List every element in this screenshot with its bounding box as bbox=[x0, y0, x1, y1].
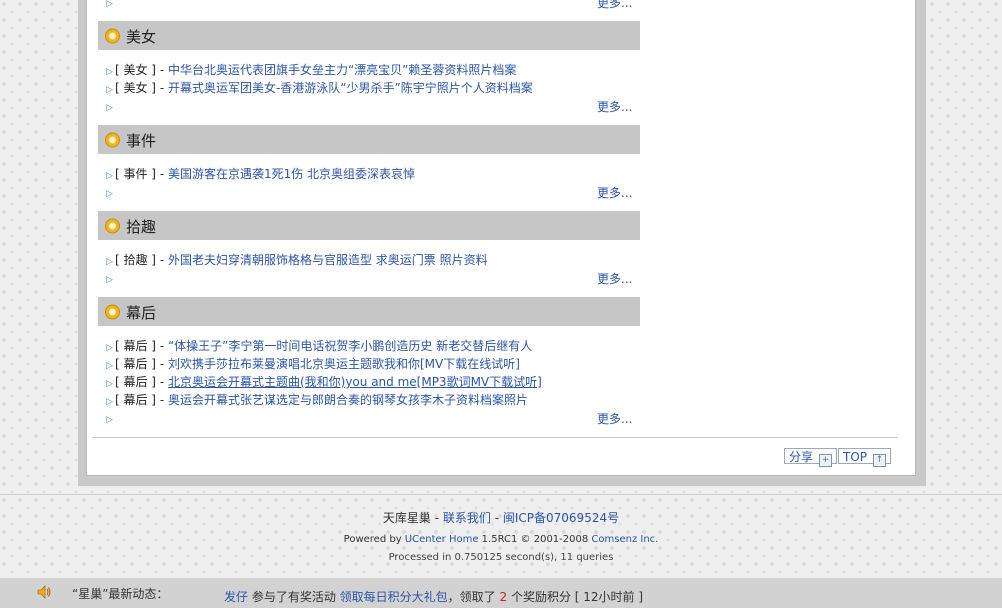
list-item: ▷[ 幕后 ] - 奥运会开幕式张艺谋选定与郎朗合奏的钢琴女孩李木子资料档案照片 bbox=[106, 392, 528, 408]
section-header-muhou: 幕后 bbox=[98, 297, 640, 326]
section-header-shijian: 事件 bbox=[98, 125, 640, 154]
item-category: [ 幕后 ] bbox=[115, 375, 156, 389]
arrow-icon: ▷ bbox=[106, 415, 113, 425]
item-category: [ 幕后 ] bbox=[115, 393, 156, 407]
list-item: ▷[ 幕后 ] - “体操王子”李宁第一时间电话祝贺李小鹏创造历史 新老交替后继… bbox=[106, 338, 532, 354]
footer-links: 天库星巢 - 联系我们 - 闽ICP备07069524号 bbox=[382, 511, 620, 525]
list-item: ▷ bbox=[106, 410, 115, 426]
item-category: [ 幕后 ] bbox=[115, 339, 156, 353]
more-link[interactable]: 更多... bbox=[597, 98, 632, 115]
arrow-icon: ▷ bbox=[106, 343, 113, 353]
arrow-icon: ▷ bbox=[106, 67, 113, 77]
medal-icon bbox=[105, 28, 120, 44]
time-ago: 12小时前 bbox=[583, 590, 635, 604]
arrow-icon: ▷ bbox=[106, 397, 113, 407]
article-link[interactable]: 美国游客在京遇袭1死1伤 北京奥组委深表哀悼 bbox=[168, 167, 415, 181]
article-link[interactable]: “体操王子”李宁第一时间电话祝贺李小鹏创造历史 新老交替后继有人 bbox=[168, 339, 532, 353]
arrow-up-icon: ↑ bbox=[873, 454, 887, 467]
arrow-icon: ▷ bbox=[106, 379, 113, 389]
arrow-icon: ▷ bbox=[106, 85, 113, 95]
divider bbox=[0, 494, 1002, 495]
article-link[interactable]: 刘欢携手莎拉布莱曼演唱北京奥运主题歌我和你[MV下载在线试听] bbox=[168, 357, 520, 371]
item-category: [ 美女 ] bbox=[115, 63, 156, 77]
article-link[interactable]: 外国老夫妇穿清朝服饰格格与官服造型 求奥运门票 照片资料 bbox=[168, 253, 488, 267]
section-header-meinv: 美女 bbox=[98, 21, 640, 50]
separator: - bbox=[156, 253, 168, 267]
more-link[interactable]: 更多... bbox=[597, 184, 632, 201]
section-title: 幕后 bbox=[126, 304, 157, 322]
ucenter-link[interactable]: UCenter Home bbox=[405, 534, 479, 545]
speaker-icon bbox=[37, 585, 51, 599]
more-link-top[interactable]: 更多... bbox=[597, 0, 632, 11]
list-item: ▷ bbox=[106, 0, 115, 10]
item-category: [ 美女 ] bbox=[115, 81, 156, 95]
more-link[interactable]: 更多... bbox=[597, 270, 632, 287]
arrow-icon: ▷ bbox=[106, 0, 113, 9]
dynamic-label: “星巢”最新动态： bbox=[72, 587, 169, 601]
arrow-icon: ▷ bbox=[106, 103, 113, 113]
share-button[interactable]: 分享 + bbox=[784, 448, 838, 467]
powered-by: Powered by UCenter Home 1.5RC1 © 2001-20… bbox=[343, 534, 659, 545]
list-item: ▷[ 事件 ] - 美国游客在京遇袭1死1伤 北京奥组委深表哀悼 bbox=[106, 166, 415, 182]
divider bbox=[92, 437, 898, 438]
item-category: [ 幕后 ] bbox=[115, 357, 156, 371]
list-item: ▷[ 幕后 ] - 刘欢携手莎拉布莱曼演唱北京奥运主题歌我和你[MV下载在线试听… bbox=[106, 356, 520, 372]
article-link[interactable]: 奥运会开幕式张艺谋选定与郎朗合奏的钢琴女孩李木子资料档案照片 bbox=[168, 393, 528, 407]
icp-link[interactable]: 闽ICP备07069524号 bbox=[503, 511, 619, 525]
section-header-shiqu: 拾趣 bbox=[98, 211, 640, 240]
user-link[interactable]: 发仔 bbox=[224, 590, 248, 604]
processed-info: Processed in 0.750125 second(s), 11 quer… bbox=[388, 552, 614, 563]
list-item: ▷[ 幕后 ] - 北京奥运会开幕式主题曲(我和你)you and me[MP3… bbox=[106, 374, 542, 390]
arrow-icon: ▷ bbox=[106, 275, 113, 285]
medal-icon bbox=[105, 132, 120, 148]
list-item: ▷[ 拾趣 ] - 外国老夫妇穿清朝服饰格格与官服造型 求奥运门票 照片资料 bbox=[106, 252, 488, 268]
article-link[interactable]: 中华台北奥运代表团旗手女垒主力“漂亮宝贝”赖圣蓉资料照片档案 bbox=[168, 63, 516, 77]
section-title: 拾趣 bbox=[126, 218, 157, 236]
separator: - bbox=[156, 375, 168, 389]
separator: - bbox=[156, 393, 168, 407]
contact-link[interactable]: 联系我们 bbox=[443, 511, 491, 525]
separator: - bbox=[156, 81, 168, 95]
article-link[interactable]: 开幕式奥运军团美女-香港游泳队“少男杀手”陈宇宁照片个人资料档案 bbox=[168, 81, 533, 95]
article-link[interactable]: 北京奥运会开幕式主题曲(我和你)you and me[MP3歌词MV下载试听] bbox=[168, 375, 542, 389]
section-title: 美女 bbox=[126, 28, 157, 46]
separator: - bbox=[156, 63, 168, 77]
list-item: ▷[ 美女 ] - 中华台北奥运代表团旗手女垒主力“漂亮宝贝”赖圣蓉资料照片档案 bbox=[106, 62, 516, 78]
site-name: 天库星巢 bbox=[382, 511, 431, 525]
dynamic-text: 发仔 参与了有奖活动 领取每日积分大礼包，领取了 2 个奖励积分 [ 12小时前… bbox=[224, 590, 644, 604]
arrow-icon: ▷ bbox=[106, 257, 113, 267]
item-category: [ 拾趣 ] bbox=[115, 253, 156, 267]
list-item: ▷[ 美女 ] - 开幕式奥运军团美女-香港游泳队“少男杀手”陈宇宁照片个人资料… bbox=[106, 80, 533, 96]
list-item: ▷ bbox=[106, 184, 115, 200]
section-title: 事件 bbox=[126, 132, 157, 150]
arrow-icon: ▷ bbox=[106, 361, 113, 371]
arrow-icon: ▷ bbox=[106, 171, 113, 181]
top-label: TOP bbox=[843, 450, 868, 464]
arrow-icon: ▷ bbox=[106, 189, 113, 199]
separator: - bbox=[156, 167, 168, 181]
medal-icon bbox=[105, 304, 120, 320]
comsenz-link[interactable]: Comsenz Inc. bbox=[591, 534, 658, 545]
more-link[interactable]: 更多... bbox=[597, 410, 632, 427]
points-value: 2 bbox=[499, 590, 508, 604]
medal-icon bbox=[105, 218, 120, 234]
activity-link[interactable]: 领取每日积分大礼包 bbox=[340, 590, 448, 604]
separator: - bbox=[156, 339, 168, 353]
plus-icon: + bbox=[819, 454, 833, 467]
item-category: [ 事件 ] bbox=[115, 167, 156, 181]
list-item: ▷ bbox=[106, 270, 115, 286]
list-item: ▷ bbox=[106, 98, 115, 114]
separator: - bbox=[156, 357, 168, 371]
top-button[interactable]: TOP ↑ bbox=[838, 448, 892, 467]
share-label: 分享 bbox=[789, 450, 814, 464]
